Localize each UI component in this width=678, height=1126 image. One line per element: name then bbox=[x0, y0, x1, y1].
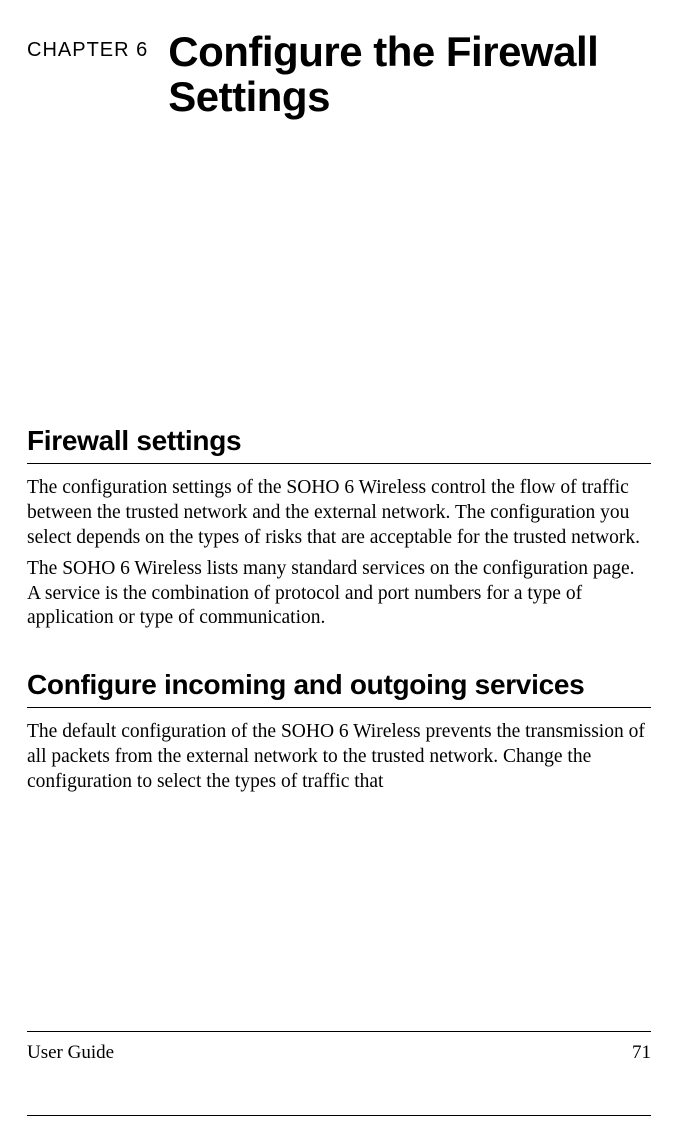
body-paragraph: The configuration settings of the SOHO 6… bbox=[27, 476, 651, 551]
section-heading: Firewall settings bbox=[27, 425, 651, 464]
section-heading: Configure incoming and outgoing services bbox=[27, 669, 651, 708]
footer-page-number: 71 bbox=[632, 1042, 651, 1064]
chapter-label: CHAPTER 6 bbox=[27, 29, 148, 62]
chapter-header: CHAPTER 6 Configure the Firewall Setting… bbox=[27, 29, 651, 120]
body-paragraph: The default configuration of the SOHO 6 … bbox=[27, 720, 651, 795]
page-container: CHAPTER 6 Configure the Firewall Setting… bbox=[0, 0, 678, 1126]
page-footer: User Guide 71 bbox=[27, 1031, 651, 1064]
footer-left: User Guide bbox=[27, 1042, 114, 1064]
body-paragraph: The SOHO 6 Wireless lists many standard … bbox=[27, 557, 651, 632]
section-firewall-settings: Firewall settings The configuration sett… bbox=[27, 425, 651, 632]
chapter-title: Configure the Firewall Settings bbox=[168, 29, 651, 120]
bottom-rule bbox=[27, 1115, 651, 1116]
section-configure-services: Configure incoming and outgoing services… bbox=[27, 669, 651, 795]
content-area: Firewall settings The configuration sett… bbox=[27, 425, 651, 796]
